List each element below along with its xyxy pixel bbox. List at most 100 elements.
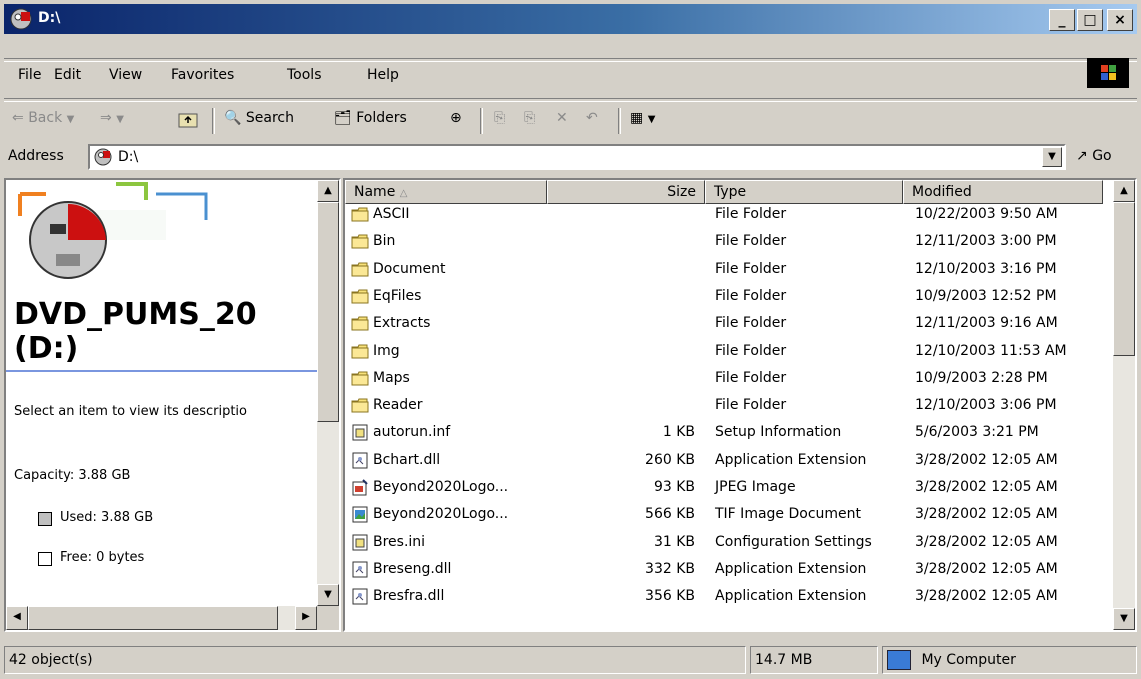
- column-header-modified[interactable]: Modified: [903, 180, 1103, 204]
- file-name: ASCII: [373, 206, 410, 222]
- column-header-type[interactable]: Type: [705, 180, 903, 204]
- delete-button[interactable]: ✕: [556, 110, 568, 126]
- scroll-thumb[interactable]: [1113, 202, 1135, 356]
- file-type: Configuration Settings: [715, 533, 872, 550]
- file-name: Beyond2020Logo...: [373, 479, 509, 495]
- file-row[interactable]: Bchart.dll 260 KB Application Extension 3/2…: [345, 450, 1115, 472]
- search-button[interactable]: 🔍 Search: [224, 110, 294, 126]
- file-size: 260 KB: [645, 451, 695, 468]
- scroll-right-arrow-icon[interactable]: ▶: [295, 606, 317, 630]
- file-type: JPEG Image: [715, 479, 796, 495]
- file-type: Application Extension: [715, 560, 867, 577]
- copy-to-button[interactable]: ⎘: [524, 110, 535, 126]
- file-row[interactable]: Maps File Folder 10/9/2003 2:28 PM: [345, 368, 1115, 390]
- menu-favorites[interactable]: Favorites: [171, 67, 234, 83]
- file-row[interactable]: ASCII File Folder 10/22/2003 9:50 AM: [345, 204, 1115, 226]
- scroll-down-arrow-icon[interactable]: ▼: [317, 584, 339, 606]
- menu-tools[interactable]: Tools: [287, 67, 322, 83]
- dropdown-arrow-icon: ▼: [66, 114, 75, 125]
- file-row[interactable]: Bresfra.dll 356 KB Application Extension 3/…: [345, 586, 1115, 608]
- forward-button[interactable]: ⇒ ▼: [100, 110, 124, 126]
- up-folder-button[interactable]: [178, 110, 198, 132]
- history-button[interactable]: ⊕: [450, 110, 462, 126]
- address-value: D:\: [118, 149, 139, 165]
- scroll-thumb[interactable]: [317, 202, 339, 422]
- file-row[interactable]: Img File Folder 12/10/2003 11:53 AM: [345, 341, 1115, 363]
- file-row[interactable]: Beyond2020Logo... 93 KB JPEG Image 3/28/200…: [345, 477, 1115, 499]
- status-size: 14.7 MB: [750, 646, 878, 674]
- file-row[interactable]: EqFiles File Folder 10/9/2003 12:52 PM: [345, 286, 1115, 308]
- task-pane-vertical-scrollbar[interactable]: ▲ ▼: [317, 180, 339, 606]
- move-to-button[interactable]: ⎘: [494, 110, 505, 126]
- undo-icon: ↶: [586, 110, 598, 126]
- folder-icon: [351, 398, 369, 413]
- scroll-left-arrow-icon[interactable]: ◀: [6, 606, 28, 630]
- file-name: Bres.ini: [373, 533, 426, 550]
- menu-file[interactable]: File: [18, 67, 41, 83]
- dll-file-icon: [352, 561, 368, 578]
- file-modified: 3/28/2002 12:05 AM: [915, 588, 1058, 605]
- free-space-text: Free: 0 bytes: [60, 550, 145, 565]
- menu-help[interactable]: Help: [367, 67, 399, 83]
- file-modified: 10/9/2003 12:52 PM: [915, 287, 1057, 304]
- window-title: D:\: [38, 10, 61, 26]
- file-modified: 12/11/2003 3:00 PM: [915, 233, 1057, 250]
- file-list-vertical-scrollbar[interactable]: ▲ ▼: [1113, 180, 1135, 630]
- menu-view[interactable]: View: [109, 67, 142, 83]
- band-divider: [4, 98, 1137, 102]
- file-name: autorun.inf: [373, 424, 451, 441]
- scroll-up-arrow-icon[interactable]: ▲: [1113, 180, 1135, 202]
- sort-ascending-icon: △: [399, 188, 408, 199]
- task-pane-horizontal-scrollbar[interactable]: ◀ ▶: [6, 606, 317, 630]
- dropdown-arrow-icon: ▼: [647, 114, 656, 125]
- file-row[interactable]: autorun.inf 1 KB Setup Information 5/6/2003…: [345, 422, 1115, 444]
- undo-button[interactable]: ↶: [586, 110, 598, 126]
- address-input[interactable]: D:\ ▼: [88, 144, 1066, 170]
- dll-file-icon: [352, 588, 368, 605]
- folder-icon: [351, 316, 369, 331]
- back-button[interactable]: ⇐ Back ▼: [12, 110, 74, 126]
- used-space-text: Used: 3.88 GB: [60, 510, 154, 525]
- menu-edit[interactable]: Edit: [54, 67, 81, 83]
- views-button[interactable]: ▦ ▼: [630, 110, 655, 126]
- status-bar: 42 object(s) 14.7 MB My Computer: [4, 646, 1137, 676]
- file-size: 93 KB: [653, 479, 695, 495]
- scroll-up-arrow-icon[interactable]: ▲: [317, 180, 339, 202]
- column-header-name[interactable]: Name △: [345, 180, 547, 204]
- title-bar[interactable]: D:\ _ □ ×: [4, 4, 1137, 34]
- file-row[interactable]: Document File Folder 12/10/2003 3:16 PM: [345, 259, 1115, 281]
- file-modified: 3/28/2002 12:05 AM: [915, 451, 1058, 468]
- file-size: 31 KB: [653, 533, 695, 550]
- file-row[interactable]: Breseng.dll 332 KB Application Extension 3/…: [345, 559, 1115, 581]
- file-row[interactable]: Bres.ini 31 KB Configuration Settings 3/28/…: [345, 532, 1115, 554]
- address-dropdown-button[interactable]: ▼: [1042, 147, 1062, 167]
- file-modified: 12/10/2003 3:06 PM: [915, 397, 1057, 414]
- file-type: Application Extension: [715, 451, 867, 468]
- file-row[interactable]: Beyond2020Logo... 566 KB TIF Image Documen…: [345, 504, 1115, 526]
- file-modified: 10/22/2003 9:50 AM: [915, 206, 1058, 222]
- file-type: File Folder: [715, 315, 787, 332]
- maximize-button[interactable]: □: [1077, 9, 1103, 31]
- file-row[interactable]: Extracts File Folder 12/11/2003 9:16 AM: [345, 313, 1115, 335]
- menu-bar: File Edit View Favorites Tools Help: [4, 58, 1137, 92]
- file-name: Img: [373, 342, 400, 359]
- up-folder-icon: [178, 113, 198, 128]
- minimize-button[interactable]: _: [1049, 9, 1075, 31]
- go-button[interactable]: ↗ Go: [1076, 148, 1112, 164]
- file-name: Beyond2020Logo...: [373, 506, 509, 523]
- file-row[interactable]: Bin File Folder 12/11/2003 3:00 PM: [345, 231, 1115, 253]
- file-modified: 5/6/2003 3:21 PM: [915, 424, 1039, 441]
- forward-arrow-icon: ⇒: [100, 110, 112, 126]
- folders-button[interactable]: 🗂 Folders: [334, 110, 407, 126]
- file-modified: 3/28/2002 12:05 AM: [915, 533, 1058, 550]
- scroll-down-arrow-icon[interactable]: ▼: [1113, 608, 1135, 630]
- file-name: Maps: [373, 369, 410, 386]
- status-zone: My Computer: [882, 646, 1137, 674]
- file-type: File Folder: [715, 287, 787, 304]
- column-header-size[interactable]: Size: [547, 180, 705, 204]
- close-button[interactable]: ×: [1107, 9, 1133, 31]
- folder-icon: [351, 289, 369, 304]
- scroll-thumb[interactable]: [28, 606, 278, 630]
- file-row[interactable]: Reader File Folder 12/10/2003 3:06 PM: [345, 395, 1115, 417]
- free-space-swatch: [38, 552, 52, 566]
